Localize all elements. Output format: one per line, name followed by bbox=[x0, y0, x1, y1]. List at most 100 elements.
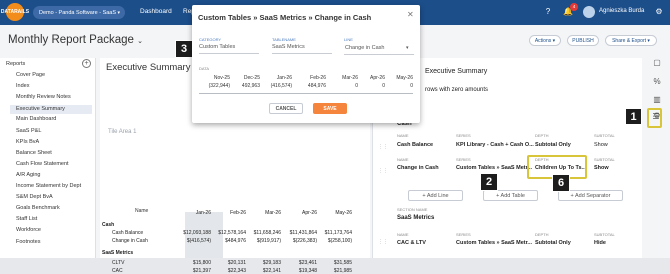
table-cell: $21,985 bbox=[333, 268, 352, 274]
user-name[interactable]: Agnieszka Burda bbox=[599, 8, 644, 14]
save-button[interactable]: SAVE bbox=[313, 103, 347, 114]
sidebar-heading: Reports bbox=[6, 61, 26, 67]
table-row-label: CLTV bbox=[112, 260, 125, 266]
line-series-link[interactable]: Custom Tables » SaaS Metr... bbox=[456, 165, 532, 171]
table-cell: $12,578,164 bbox=[218, 230, 246, 236]
subtotal-select[interactable]: Show bbox=[594, 142, 608, 148]
subtotal-select[interactable]: Show bbox=[594, 165, 609, 171]
table-column-header: Feb-26 bbox=[230, 210, 246, 216]
reports-sidebar: Reports + Cover Page Index Monthly Review … bbox=[0, 58, 96, 258]
depth-select[interactable]: Subtotal Only bbox=[535, 142, 571, 148]
sidebar-item[interactable]: Balance Sheet bbox=[16, 150, 52, 156]
columns-icon[interactable]: ▥ bbox=[652, 95, 662, 105]
table-cell: $(919,917) bbox=[256, 238, 281, 244]
sidebar-item[interactable]: Main Dashboard bbox=[16, 116, 56, 122]
grid-icon[interactable]: ⚙ bbox=[653, 6, 665, 18]
sidebar-item[interactable]: Footnotes bbox=[16, 239, 40, 245]
scrollbar[interactable] bbox=[199, 93, 413, 94]
table-cell: $12,093,188 bbox=[183, 230, 211, 236]
sidebar-item[interactable]: KPIs BvA bbox=[16, 139, 39, 145]
table-row-label: CAC bbox=[112, 268, 123, 274]
line-series[interactable]: Custom Tables » SaaS Metr... bbox=[456, 240, 532, 246]
sidebar-item[interactable]: A/R Aging bbox=[16, 172, 40, 178]
tile-area-label[interactable]: Tile Area 1 bbox=[108, 129, 136, 135]
data-column-header: Feb-26 bbox=[310, 75, 326, 81]
avatar[interactable] bbox=[583, 6, 595, 18]
data-cell: 0 bbox=[355, 83, 358, 89]
help-icon[interactable]: ? bbox=[542, 6, 554, 18]
drag-handle-icon[interactable]: ⋮⋮ bbox=[378, 239, 388, 245]
section-name-saas[interactable]: SaaS Metrics bbox=[397, 215, 434, 221]
publish-button[interactable]: PUBLISH bbox=[567, 35, 599, 46]
drag-handle-icon[interactable]: ⋮⋮ bbox=[378, 144, 388, 150]
sidebar-item[interactable]: Income Statement by Dept bbox=[16, 183, 81, 189]
table-cell: $22,343 bbox=[227, 268, 246, 274]
table-row-label: Cash Balance bbox=[112, 230, 144, 236]
zero-rows-toggle-label[interactable]: rows with zero amounts bbox=[425, 87, 488, 93]
table-row-label: Change in Cash bbox=[112, 238, 148, 244]
table-cell: $11,431,864 bbox=[289, 230, 317, 236]
chevron-down-icon: ⌄ bbox=[137, 38, 144, 45]
share-export-button[interactable]: Share & Export ▾ bbox=[605, 35, 657, 46]
line-details-modal: Custom Tables » SaaS Metrics » Change in… bbox=[192, 5, 420, 123]
sidebar-item[interactable]: Cash Flow Statement bbox=[16, 161, 69, 167]
chevron-down-icon: ▾ bbox=[406, 45, 409, 51]
depth-select[interactable]: Subtotal Only bbox=[535, 240, 571, 246]
data-cell: 0 bbox=[382, 83, 385, 89]
table-cell: $19,348 bbox=[298, 268, 317, 274]
drag-handle-icon[interactable]: ⋮⋮ bbox=[378, 168, 388, 174]
table-cell: $(416,574) bbox=[186, 238, 211, 244]
data-column-header: Jan-26 bbox=[276, 75, 292, 81]
table-section-saas: SaaS Metrics bbox=[102, 250, 134, 256]
sidebar-item[interactable]: SaaS P&L bbox=[16, 128, 41, 134]
sidebar-item[interactable]: Workforce bbox=[16, 227, 41, 233]
sidebar-item[interactable]: S&M Dept BvA bbox=[16, 194, 53, 200]
sidebar-item[interactable]: Cover Page bbox=[16, 72, 45, 78]
company-selector[interactable]: Demo - Panda Software - SaaS ▾ bbox=[33, 6, 125, 19]
sidebar-item[interactable]: Executive Summary bbox=[10, 105, 92, 115]
table-cell: $29,183 bbox=[262, 260, 281, 266]
subtotal-select[interactable]: Hide bbox=[594, 240, 606, 246]
line-name[interactable]: Cash Balance bbox=[397, 142, 433, 148]
sidebar-item[interactable]: Goals Benchmark bbox=[16, 205, 60, 211]
table-header-name: Name bbox=[135, 208, 149, 214]
data-cell: (322,944) bbox=[208, 83, 230, 89]
close-icon[interactable]: ✕ bbox=[407, 10, 414, 19]
add-table-button[interactable]: + Add Table bbox=[483, 190, 538, 201]
data-column-header: May-26 bbox=[396, 75, 413, 81]
table-column-header: Mar-26 bbox=[265, 210, 281, 216]
data-column-header: Mar-26 bbox=[342, 75, 358, 81]
line-name[interactable]: CAC & LTV bbox=[397, 240, 426, 246]
line-select[interactable]: Change in Cash bbox=[345, 45, 384, 51]
comment-icon[interactable]: ▢ bbox=[652, 58, 662, 68]
callout-6: 6 bbox=[552, 174, 570, 192]
data-column-header: Apr-26 bbox=[369, 75, 385, 81]
chevron-down-icon: ▾ bbox=[117, 9, 120, 16]
nav-dashboard[interactable]: Dashboard bbox=[140, 8, 172, 15]
line-name[interactable]: Change in Cash bbox=[397, 165, 439, 171]
table-cell: $15,800 bbox=[192, 260, 211, 266]
table-column-header: Apr-26 bbox=[301, 210, 317, 216]
add-report-icon[interactable]: + bbox=[82, 59, 91, 68]
actions-button[interactable]: Actions ▾ bbox=[529, 35, 561, 46]
table-cell: $20,131 bbox=[227, 260, 246, 266]
data-column-header: Nov-25 bbox=[213, 75, 230, 81]
tablename-field[interactable]: SaaS Metrics bbox=[272, 44, 305, 50]
sidebar-item[interactable]: Monthly Review Notes bbox=[16, 94, 71, 100]
data-cell: (416,574) bbox=[270, 83, 292, 89]
page-title[interactable]: Monthly Report Package ⌄ bbox=[8, 34, 143, 46]
sidebar-item[interactable]: Index bbox=[16, 83, 29, 89]
line-series[interactable]: KPI Library - Cash + Cash O... bbox=[456, 142, 534, 148]
add-line-button[interactable]: + Add Line bbox=[408, 190, 463, 201]
cancel-button[interactable]: CANCEL bbox=[269, 103, 303, 114]
percent-icon[interactable]: % bbox=[652, 77, 662, 87]
category-field[interactable]: Custom Tables bbox=[199, 44, 235, 50]
table-cell: $23,461 bbox=[298, 260, 317, 266]
sidebar-item[interactable]: Staff List bbox=[16, 216, 37, 222]
table-cell: $31,585 bbox=[333, 260, 352, 266]
table-cell: $11,658,246 bbox=[253, 230, 281, 236]
data-cell: 0 bbox=[410, 83, 413, 89]
app-logo[interactable]: DATARAILS bbox=[1, 3, 29, 21]
table-cell: $484,976 bbox=[225, 238, 246, 244]
modal-title: Custom Tables » SaaS Metrics » Change in… bbox=[198, 13, 372, 22]
